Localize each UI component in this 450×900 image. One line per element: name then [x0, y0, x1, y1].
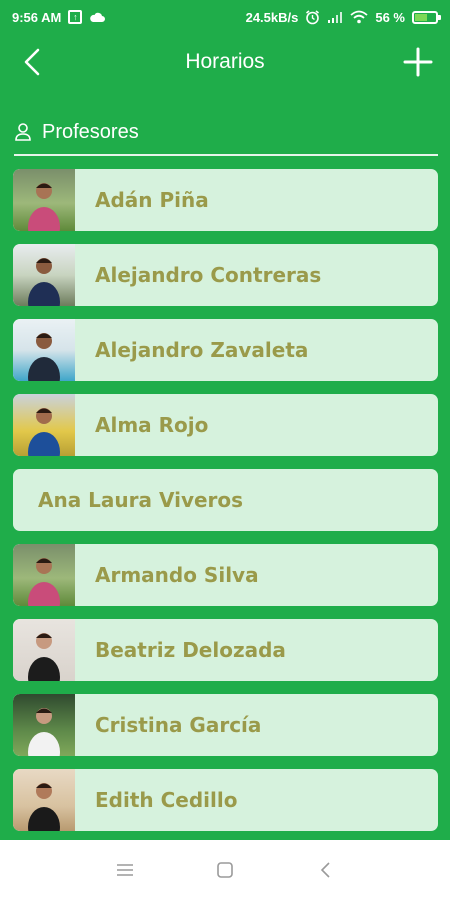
person-photo-figure: [28, 708, 60, 756]
status-bar: 9:56 AM ↑ 24.5kB/s 56 %: [0, 0, 450, 34]
professor-card[interactable]: Adán Piña: [13, 169, 438, 231]
professor-photo: [13, 394, 75, 456]
professor-card[interactable]: Alma Rojo: [13, 394, 438, 456]
professor-photo: [13, 319, 75, 381]
person-photo-figure: [28, 183, 60, 231]
chevron-left-icon: [24, 48, 40, 76]
professor-photo: [13, 769, 75, 831]
back-button[interactable]: [14, 44, 50, 80]
professor-list: Adán Piña Alejandro Contreras Alejandro Za…: [13, 169, 438, 831]
status-time: 9:56 AM: [12, 9, 62, 25]
recents-button[interactable]: [110, 855, 140, 885]
upload-icon: ↑: [68, 10, 83, 24]
plus-icon: [403, 47, 433, 77]
status-right: 24.5kB/s 56 %: [245, 9, 441, 25]
professor-card[interactable]: Ana Laura Viveros: [13, 469, 438, 531]
professor-card[interactable]: Edith Cedillo: [13, 769, 438, 831]
person-photo-figure: [28, 258, 60, 306]
professor-name: Adán Piña: [95, 188, 209, 212]
professor-photo: [13, 694, 75, 756]
app-bar: Horarios: [0, 34, 450, 90]
professor-name: Alejandro Contreras: [95, 263, 322, 287]
home-button[interactable]: [210, 855, 240, 885]
section-header: Profesores: [14, 116, 438, 156]
back-triangle-icon: [320, 862, 330, 878]
battery-percent: 56 %: [375, 9, 405, 25]
person-photo-figure: [28, 783, 60, 831]
professor-name: Beatriz Delozada: [95, 638, 286, 662]
network-speed: 24.5kB/s: [245, 9, 299, 25]
professor-name: Ana Laura Viveros: [38, 488, 244, 512]
professor-card[interactable]: Alejandro Zavaleta: [13, 319, 438, 381]
add-button[interactable]: [398, 42, 438, 82]
signal-icon: [328, 11, 343, 23]
battery-fill: [415, 13, 428, 21]
home-square-icon: [217, 862, 233, 878]
person-photo-figure: [28, 408, 60, 456]
page-title: Horarios: [185, 50, 265, 73]
professor-name: Cristina García: [95, 713, 262, 737]
person-photo-figure: [28, 333, 60, 381]
person-icon: [15, 123, 31, 141]
back-nav-button[interactable]: [310, 855, 340, 885]
cloud-icon: [90, 12, 106, 22]
professor-photo: [13, 544, 75, 606]
system-nav-bar: [0, 840, 450, 900]
professor-card[interactable]: Cristina García: [13, 694, 438, 756]
professor-card[interactable]: Alejandro Contreras: [13, 244, 438, 306]
section-title: Profesores: [42, 120, 139, 143]
professor-card[interactable]: Armando Silva: [13, 544, 438, 606]
person-photo-figure: [28, 558, 60, 606]
alarm-icon: [306, 9, 320, 24]
professor-photo: [13, 244, 75, 306]
professor-name: Armando Silva: [95, 563, 259, 587]
professor-name: Alejandro Zavaleta: [95, 338, 309, 362]
professor-photo: [13, 619, 75, 681]
wifi-icon: [350, 10, 368, 24]
professor-card[interactable]: Beatriz Delozada: [13, 619, 438, 681]
menu-icon: [117, 864, 133, 876]
professor-name: Edith Cedillo: [95, 788, 238, 812]
status-left: 9:56 AM ↑: [12, 9, 106, 25]
person-photo-figure: [28, 633, 60, 681]
battery-icon: [412, 10, 441, 24]
professor-name: Alma Rojo: [95, 413, 209, 437]
professor-photo: [13, 169, 75, 231]
